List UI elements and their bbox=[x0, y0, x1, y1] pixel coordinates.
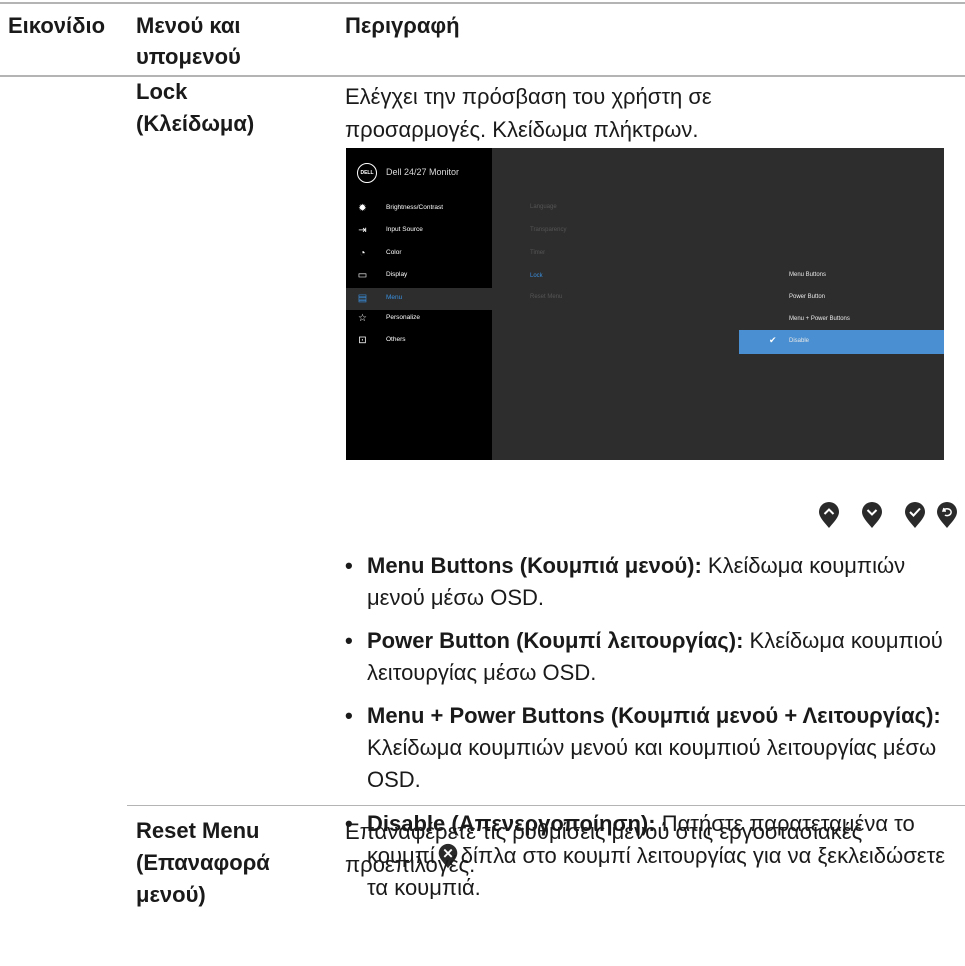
bullet-term: Menu Buttons (Κουμπιά μενού): bbox=[367, 553, 702, 578]
input-icon: ⇥ bbox=[358, 225, 367, 236]
bullet-term: Menu + Power Buttons (Κουμπιά μενού + Λε… bbox=[367, 703, 941, 728]
up-icon bbox=[818, 501, 840, 529]
color-icon: ◔ bbox=[359, 248, 366, 259]
bullet-dot: • bbox=[345, 703, 353, 728]
bullet-term: Power Button (Κουμπί λειτουργίας): bbox=[367, 628, 744, 653]
osd-menu-color: ◔ Color bbox=[346, 243, 492, 265]
column-header-description: Περιγραφή bbox=[345, 13, 460, 38]
check-icon: ✔ bbox=[769, 335, 777, 345]
osd-menu-label: Display bbox=[386, 271, 408, 278]
menu-name-reset: Reset Menu (Επαναφορά μενού) bbox=[136, 818, 270, 907]
menu-icon: ▤ bbox=[357, 293, 368, 304]
osd-submenu-item: Reset Menu bbox=[530, 294, 563, 300]
osd-menu-label: Menu bbox=[386, 294, 403, 301]
osd-option: Menu Buttons bbox=[739, 264, 944, 288]
osd-option-label: Power Button bbox=[789, 294, 826, 300]
column-header-menu: Μενού και υπομενού bbox=[136, 13, 241, 69]
bullet-dot: • bbox=[345, 553, 353, 578]
osd-option-label: Disable bbox=[789, 338, 810, 344]
sun-icon: ✹ bbox=[358, 203, 367, 214]
osd-option: Power Button bbox=[739, 286, 944, 310]
osd-submenu-item: Timer bbox=[530, 250, 546, 256]
bullet-dot: • bbox=[345, 628, 353, 653]
osd-submenu-item: Transparency bbox=[530, 227, 567, 233]
lock-intro: Ελέγχει την πρόσβαση του χρήστη σε προσα… bbox=[345, 84, 712, 142]
osd-title: Dell 24/27 Monitor bbox=[386, 167, 460, 177]
osd-menu-label: Input Source bbox=[386, 226, 423, 233]
bullet-menu-power-buttons: • Menu + Power Buttons (Κουμπιά μενού + … bbox=[345, 700, 945, 796]
bullet-text: Κλείδωμα κουμπιών μενού και κουμπιού λει… bbox=[367, 735, 937, 792]
osd-menu-menu: ▤ Menu bbox=[346, 288, 492, 310]
osd-option-selected: ✔ Disable bbox=[739, 330, 944, 354]
reset-description: Επαναφέρετε τις ρυθμίσεις μενού στις εργ… bbox=[345, 819, 863, 877]
osd-menu-input: ⇥ Input Source bbox=[346, 220, 492, 242]
osd-menu-label: Brightness/Contrast bbox=[386, 204, 444, 211]
osd-option: Menu + Power Buttons bbox=[739, 308, 944, 332]
dell-logo: DELL bbox=[357, 163, 377, 183]
osd-menu-personalize: ☆ Personalize bbox=[346, 308, 492, 330]
osd-sidebar: DELL Dell 24/27 Monitor ✹ Brightness/Cont… bbox=[346, 148, 492, 460]
osd-menu-label: Color bbox=[386, 249, 402, 256]
others-icon: ⊡ bbox=[358, 335, 367, 346]
bullet-menu-buttons: • Menu Buttons (Κουμπιά μενού): Κλείδωμα… bbox=[345, 550, 960, 614]
osd-menu-label: Others bbox=[386, 336, 406, 343]
check-icon bbox=[904, 501, 926, 529]
osd-submenu-item: Language bbox=[530, 204, 557, 210]
down-icon bbox=[861, 501, 883, 529]
osd-menu-display: ▭ Display bbox=[346, 265, 492, 287]
osd-submenu-item-active: Lock bbox=[530, 273, 543, 279]
column-header-icon: Εικονίδιο bbox=[8, 13, 106, 38]
osd-menu-brightness: ✹ Brightness/Contrast bbox=[346, 198, 492, 220]
osd-option-label: Menu Buttons bbox=[789, 272, 827, 278]
osd-menu-label: Personalize bbox=[386, 314, 420, 321]
star-icon: ☆ bbox=[358, 313, 367, 324]
display-icon: ▭ bbox=[357, 270, 368, 281]
osd-option-label: Menu + Power Buttons bbox=[789, 316, 850, 322]
bullet-power-button: • Power Button (Κουμπί λειτουργίας): Κλε… bbox=[345, 625, 960, 689]
back-icon bbox=[936, 501, 958, 529]
osd-menu-others: ⊡ Others bbox=[346, 330, 492, 352]
osd-screenshot: DELL Dell 24/27 Monitor ✹ Brightness/Cont… bbox=[346, 148, 944, 460]
menu-name-lock: Lock (Κλείδωμα) bbox=[136, 79, 255, 136]
